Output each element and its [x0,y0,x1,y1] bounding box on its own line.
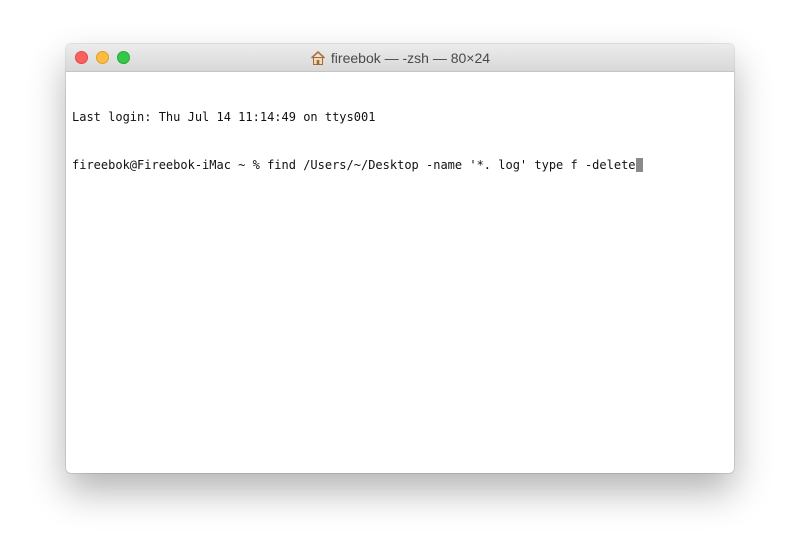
home-icon [310,50,326,66]
command-text: fireebok@Fireebok-iMac ~ % find /Users/~… [72,158,636,172]
desktop-stage: fireebok — -zsh — 80×24 Last login: Thu … [0,0,800,560]
terminal-line-command: fireebok@Fireebok-iMac ~ % find /Users/~… [72,157,734,173]
terminal-line-login: Last login: Thu Jul 14 11:14:49 on ttys0… [72,110,376,124]
title-bar[interactable]: fireebok — -zsh — 80×24 [66,44,734,72]
text-cursor [635,158,643,172]
terminal-output[interactable]: Last login: Thu Jul 14 11:14:49 on ttys0… [66,72,734,205]
window-title-group: fireebok — -zsh — 80×24 [66,44,734,71]
window-title: fireebok — -zsh — 80×24 [330,49,491,66]
terminal-window: fireebok — -zsh — 80×24 Last login: Thu … [66,44,734,473]
